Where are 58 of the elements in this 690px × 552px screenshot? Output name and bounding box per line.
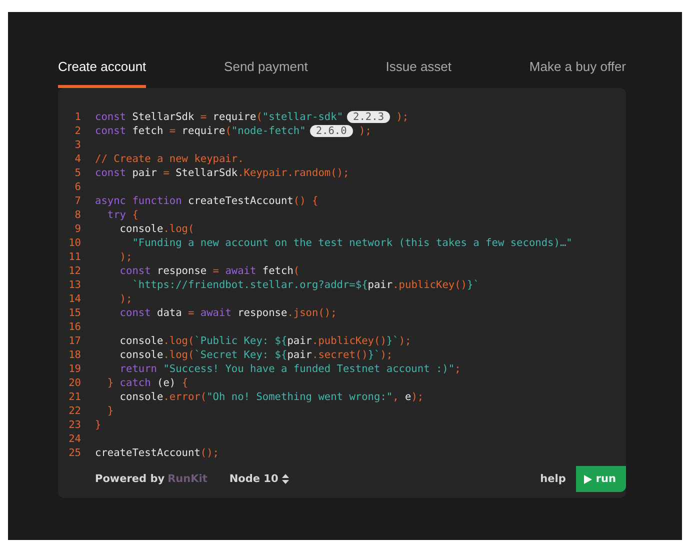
code-text: ); [358, 125, 372, 137]
version-badge[interactable]: 2.2.3 [347, 111, 390, 123]
tab[interactable]: Issue asset [386, 58, 452, 88]
powered-by-label: Powered by [95, 473, 165, 485]
line-number: 8 [74, 209, 81, 221]
code-text: console.error("Oh no! Something went wrong:", e); [118, 391, 424, 403]
line-number: 5 [74, 167, 81, 179]
code-text: console.log(`Public Key: ${pair.publicKey()}`); [118, 335, 412, 347]
line-number: 22 [68, 405, 81, 417]
line-number: 4 [74, 153, 81, 165]
line-number: 6 [74, 181, 81, 193]
line-number: 25 [68, 447, 81, 459]
play-icon [584, 474, 592, 484]
line-number: 20 [68, 377, 81, 389]
tab[interactable]: Make a buy offer [529, 58, 626, 88]
line-number: 1 [74, 111, 81, 123]
code-text: async function createTestAccount() { [95, 195, 318, 207]
code-text: return "Success! You have a funded Testnet account :)"; [118, 363, 461, 375]
line-number: 15 [68, 307, 81, 319]
code-text: const data = await response.json(); [118, 307, 337, 319]
code-text: } [106, 405, 114, 417]
code-text: // Create a new keypair. [95, 153, 244, 165]
line-number: 24 [68, 433, 81, 445]
code-text: ); [395, 111, 409, 123]
code-text: const response = await fetch( [118, 265, 300, 277]
line-number: 3 [74, 139, 81, 151]
code-text: const fetch = require("node-fetch" [95, 125, 306, 137]
code-text: const StellarSdk = require("stellar-sdk" [95, 111, 344, 123]
line-number: 19 [68, 363, 81, 375]
code-text: ); [118, 293, 132, 305]
line-number: 18 [68, 349, 81, 361]
line-number: 12 [68, 265, 81, 277]
line-number: 17 [68, 335, 81, 347]
code-text: ); [118, 251, 132, 263]
code-text: try { [106, 209, 138, 221]
line-number: 2 [74, 125, 81, 137]
line-number: 10 [68, 237, 81, 249]
line-number: 23 [68, 419, 81, 431]
line-number: 14 [68, 293, 81, 305]
line-number: 16 [68, 321, 81, 333]
up-down-icon [282, 474, 290, 484]
line-number: 9 [74, 223, 81, 235]
code-text: } catch (e) { [106, 377, 188, 389]
tab[interactable]: Send payment [224, 58, 308, 88]
code-text: console.log( [118, 223, 194, 235]
code-text: } [95, 419, 102, 431]
code-text: `https://friendbot.stellar.org?addr=${pair.publicKey()}` [131, 279, 480, 291]
code-text: const pair = StellarSdk.Keypair.random(); [95, 167, 350, 179]
code-text: createTestAccount(); [95, 447, 219, 459]
help-link[interactable]: help [540, 473, 566, 485]
code-text: "Funding a new account on the test network (this takes a few seconds)…" [131, 237, 572, 249]
line-number: 7 [74, 195, 81, 207]
runtime-select[interactable]: Node 10 [229, 473, 290, 485]
version-badge[interactable]: 2.6.0 [310, 125, 353, 137]
line-number: 13 [68, 279, 81, 291]
line-number: 21 [68, 391, 81, 403]
line-number: 11 [68, 251, 81, 263]
code-text: console.log(`Secret Key: ${pair.secret()}`); [118, 349, 393, 361]
